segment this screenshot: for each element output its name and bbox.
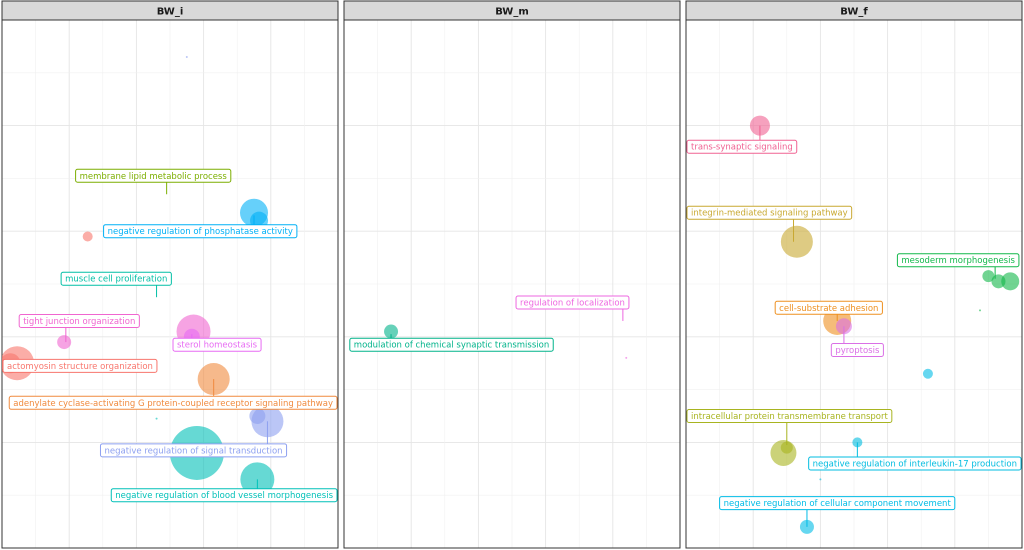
facet-strip-label: BW_f <box>840 7 868 18</box>
bubble-label-text: negative regulation of blood vessel morp… <box>115 491 333 501</box>
bubble-point <box>155 417 158 420</box>
bubble-label-text: tight junction organization <box>23 317 135 327</box>
facet-panel-bw-f: BW_f trans-synaptic signaling integrin-med… <box>685 0 1023 549</box>
bubble-point <box>780 225 813 258</box>
bubble-point <box>625 356 628 359</box>
bubble-label-text: cell-substrate adhesion <box>779 304 878 314</box>
bubble-point <box>249 408 266 424</box>
bubble-label: actomyosin structure organization <box>2 358 158 373</box>
bubble-label-text: integrin-mediated signaling pathway <box>691 209 848 219</box>
bubble-label-text: trans-synaptic signaling <box>691 143 793 153</box>
bubble-label-text: negative regulation of cellular componen… <box>724 499 952 509</box>
bubble-label-text: mesoderm morphogenesis <box>901 256 1015 266</box>
bubble-point <box>57 335 72 350</box>
facet-strip-label: BW_i <box>157 7 184 18</box>
bubble-label-text: negative regulation of phosphatase activ… <box>108 227 293 237</box>
bubble-point <box>82 231 93 242</box>
bubble-label-text: pyroptosis <box>835 346 880 356</box>
facet-panel-bw-m: BW_m regulation of localization modulation… <box>343 0 681 549</box>
bubble-label-text: actomyosin structure organization <box>7 362 153 372</box>
faceted-bubble-chart: BW_i membrane lipid metabolic process nega… <box>1 0 1023 549</box>
bubble-point <box>819 478 822 481</box>
facet-strip-label: BW_m <box>495 7 529 18</box>
bubble-label-text: intracellular protein transmembrane tran… <box>691 412 888 422</box>
bubble-point <box>922 368 933 379</box>
bubble-point <box>979 309 981 312</box>
bubble-label-text: sterol homeostasis <box>177 341 258 351</box>
bubble-label-text: regulation of localization <box>520 298 625 308</box>
bubble-label-text: negative regulation of interleukin-17 pr… <box>813 460 1017 470</box>
facet-panel-bw-i: BW_i membrane lipid metabolic process nega… <box>1 0 339 549</box>
bubble-label-text: muscle cell proliferation <box>65 275 167 285</box>
bubble-label-text: modulation of chemical synaptic transmis… <box>354 341 549 351</box>
bubble-point <box>185 55 188 58</box>
bubble-label-text: adenylate cyclase-activating G protein-c… <box>13 399 333 409</box>
bubble-label-text: membrane lipid metabolic process <box>80 172 228 182</box>
bubble-label-text: negative regulation of signal transducti… <box>104 446 282 456</box>
bubble-point <box>982 270 995 283</box>
